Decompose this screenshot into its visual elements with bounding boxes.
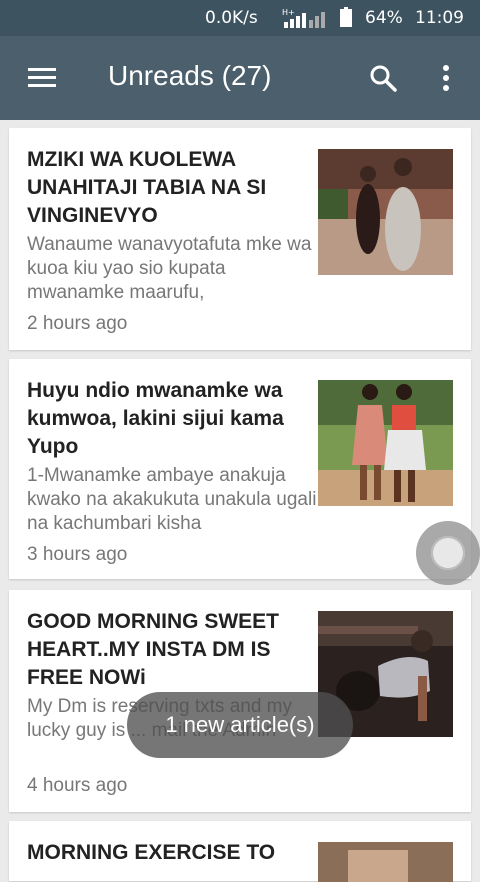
more-options-icon[interactable] (443, 65, 451, 91)
article-headline: GOOD MORNING SWEET HEART..MY INSTA DM IS… (27, 610, 279, 689)
article-snippet: Wanaume wanavyotafuta mke wa kuoa kiu ya… (27, 234, 312, 303)
article-headline: Huyu ndio mwanamke wa kumwoa, lakini sij… (27, 379, 284, 458)
page-title: Unreads (27) (108, 60, 272, 91)
article-time: 3 hours ago (27, 544, 128, 565)
circle-icon (431, 536, 465, 570)
article-thumbnail (318, 380, 453, 506)
article-thumbnail (318, 149, 453, 275)
menu-icon[interactable] (28, 68, 56, 88)
article-time: 2 hours ago (27, 313, 128, 334)
article-thumbnail (318, 842, 453, 882)
signal-icon: H+ (282, 8, 325, 28)
article-card[interactable]: Huyu ndio mwanamke wa kumwoa, lakini sij… (9, 359, 471, 579)
clock: 11:09 (415, 8, 464, 28)
app-bar: Unreads (27) (0, 36, 480, 120)
search-icon[interactable] (369, 64, 397, 92)
article-headline: MZIKI WA KUOLEWA UNAHITAJI TABIA NA SI V… (27, 148, 267, 227)
new-articles-toast[interactable]: 1 new article(s) (127, 692, 353, 758)
battery-icon (340, 7, 352, 27)
svg-text:H+: H+ (282, 8, 295, 17)
article-card[interactable]: MZIKI WA KUOLEWA UNAHITAJI TABIA NA SI V… (9, 128, 471, 350)
article-headline: MORNING EXERCISE TO (27, 841, 276, 864)
battery-percent: 64% (365, 8, 403, 28)
article-card[interactable]: MORNING EXERCISE TO (9, 821, 471, 882)
article-snippet: 1-Mwanamke ambaye anakuja kwako na akaku… (27, 465, 317, 534)
floating-action-button[interactable] (416, 521, 480, 585)
network-speed: 0.0K/s (205, 8, 258, 28)
status-bar: 0.0K/s H+ 64% 11:09 (0, 0, 480, 36)
article-time: 4 hours ago (27, 775, 128, 796)
